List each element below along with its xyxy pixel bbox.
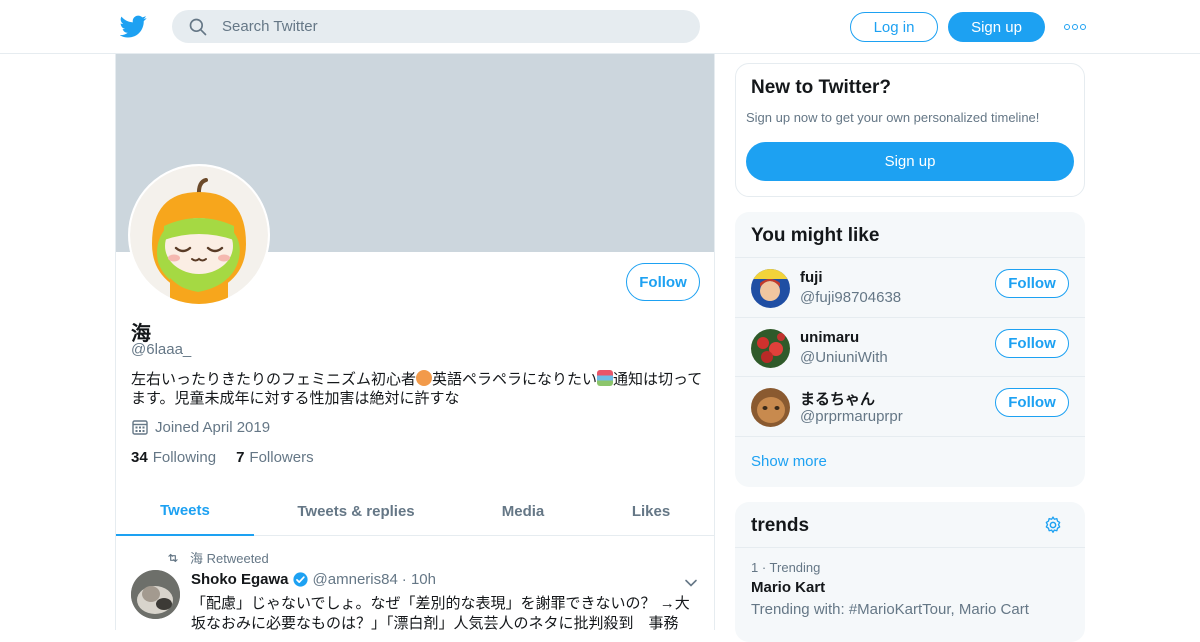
tab-likes[interactable]: Likes [616, 486, 686, 536]
profile-column: Follow 海 @6laaa_ 左右いったりきたりのフェミニズム初心者 英語ペラ… [115, 54, 715, 630]
trends-card: trends 1 · Trending Mario Kart Trending … [735, 502, 1085, 642]
retweet-icon [168, 553, 178, 562]
followers-label: Followers [249, 449, 314, 466]
suggestion-follow-button[interactable]: Follow [995, 329, 1069, 358]
following-link[interactable]: 34 Following [131, 449, 216, 466]
suggestion-avatar[interactable] [751, 269, 790, 308]
tweet-author-handle[interactable]: @amneris84 [313, 571, 398, 588]
top-navigation-bar: Log in Sign up [0, 0, 1200, 54]
avatar-image [751, 329, 790, 368]
suggestion-row[interactable]: fuji @fuji98704638 Follow [735, 257, 1085, 317]
suggestion-name[interactable]: fuji [800, 269, 823, 286]
new-card-title: New to Twitter? [751, 77, 892, 98]
suggestion-name[interactable]: unimaru [800, 329, 859, 346]
profile-bio: 左右いったりきたりのフェミニズム初心者 英語ペラペラになりたい 通知は切ってます。児… [131, 370, 706, 408]
more-dots-icon[interactable] [1064, 22, 1086, 32]
cat-photo [131, 570, 180, 619]
new-card-text: Sign up now to get your own personalized… [746, 110, 1040, 125]
bio-text-2: 英語ペラペラになりたい [432, 371, 598, 388]
retweet-note: 海 Retweeted [190, 551, 269, 566]
tweet-time[interactable]: · 10h [402, 571, 436, 588]
new-to-twitter-card: New to Twitter? Sign up now to get your … [735, 63, 1085, 197]
joined-date: Joined April 2019 [131, 418, 270, 436]
divider [735, 436, 1085, 437]
you-might-like-card: You might like fuji @fuji98704638 Follow… [735, 212, 1085, 487]
joined-text: Joined April 2019 [155, 418, 271, 436]
login-button[interactable]: Log in [850, 12, 938, 42]
suggestion-follow-button[interactable]: Follow [995, 388, 1069, 417]
followers-link[interactable]: 7 Followers [236, 449, 314, 466]
bio-text-1: 左右いったりきたりのフェミニズム初心者 [131, 371, 417, 388]
avatar-image [751, 388, 790, 427]
gear-icon[interactable] [1043, 515, 1063, 535]
suggestion-avatar[interactable] [751, 388, 790, 427]
twitter-bird-icon[interactable] [120, 13, 147, 40]
calendar-icon [132, 420, 148, 435]
suggestion-row[interactable]: unimaru @UniuniWith Follow [735, 317, 1085, 377]
like-card-title: You might like [751, 225, 880, 246]
suggestion-handle: @fuji98704638 [800, 289, 902, 306]
suggestion-name[interactable]: まるちゃん [800, 388, 875, 409]
show-more-link[interactable]: Show more [751, 453, 827, 470]
tweet-item[interactable]: 海 Retweeted Shoko Egawa @amneris84 · 10h… [116, 536, 714, 630]
follow-stats: 34 Following 7 Followers [131, 449, 334, 466]
follow-button[interactable]: Follow [626, 263, 700, 301]
following-label: Following [152, 449, 217, 466]
tweet-header: Shoko Egawa @amneris84 · 10h [191, 571, 436, 588]
trend-name: Mario Kart [751, 579, 826, 596]
signup-button[interactable]: Sign up [948, 12, 1045, 42]
sidebar-signup-button[interactable]: Sign up [746, 142, 1074, 181]
search-input[interactable] [222, 18, 662, 35]
trend-related: Trending with: #MarioKartTour, Mario Car… [751, 601, 1029, 618]
following-count: 34 [131, 449, 148, 466]
search-icon [189, 18, 207, 35]
trend-meta: 1 · Trending [751, 560, 821, 575]
profile-handle: @6laaa_ [131, 341, 192, 358]
suggestion-handle: @prprmaruprpr [800, 408, 903, 425]
trend-item[interactable]: 1 · Trending Mario Kart Trending with: #… [735, 547, 1085, 637]
woman-emoji-icon [416, 370, 433, 386]
followers-count: 7 [236, 449, 245, 466]
chevron-down-icon[interactable] [684, 576, 698, 590]
suggestion-follow-button[interactable]: Follow [995, 269, 1069, 298]
tab-tweets-replies[interactable]: Tweets & replies [276, 486, 436, 536]
tab-media[interactable]: Media [478, 486, 568, 536]
avatar-illustration [130, 166, 268, 304]
trends-title: trends [751, 515, 810, 536]
verified-badge-icon [292, 572, 308, 587]
tweet-text: 「配慮」じゃないでしょ。なぜ「差別的な表現」を謝罪できないの？ →大坂なおみに必… [191, 595, 690, 630]
suggestion-row[interactable]: まるちゃん @prprmaruprpr Follow [735, 376, 1085, 436]
suggestion-avatar[interactable] [751, 329, 790, 368]
retweet-context: 海 Retweeted [166, 548, 269, 567]
books-emoji-icon [597, 370, 614, 386]
suggestion-handle: @UniuniWith [800, 349, 888, 366]
avatar-image [751, 269, 790, 308]
profile-avatar[interactable] [128, 164, 270, 306]
tab-tweets[interactable]: Tweets [116, 486, 254, 536]
tweet-author-name[interactable]: Shoko Egawa [191, 571, 289, 588]
tweet-author-avatar[interactable] [131, 570, 180, 619]
profile-tabs: Tweets Tweets & replies Media Likes [116, 486, 714, 536]
search-bar[interactable] [172, 10, 700, 43]
